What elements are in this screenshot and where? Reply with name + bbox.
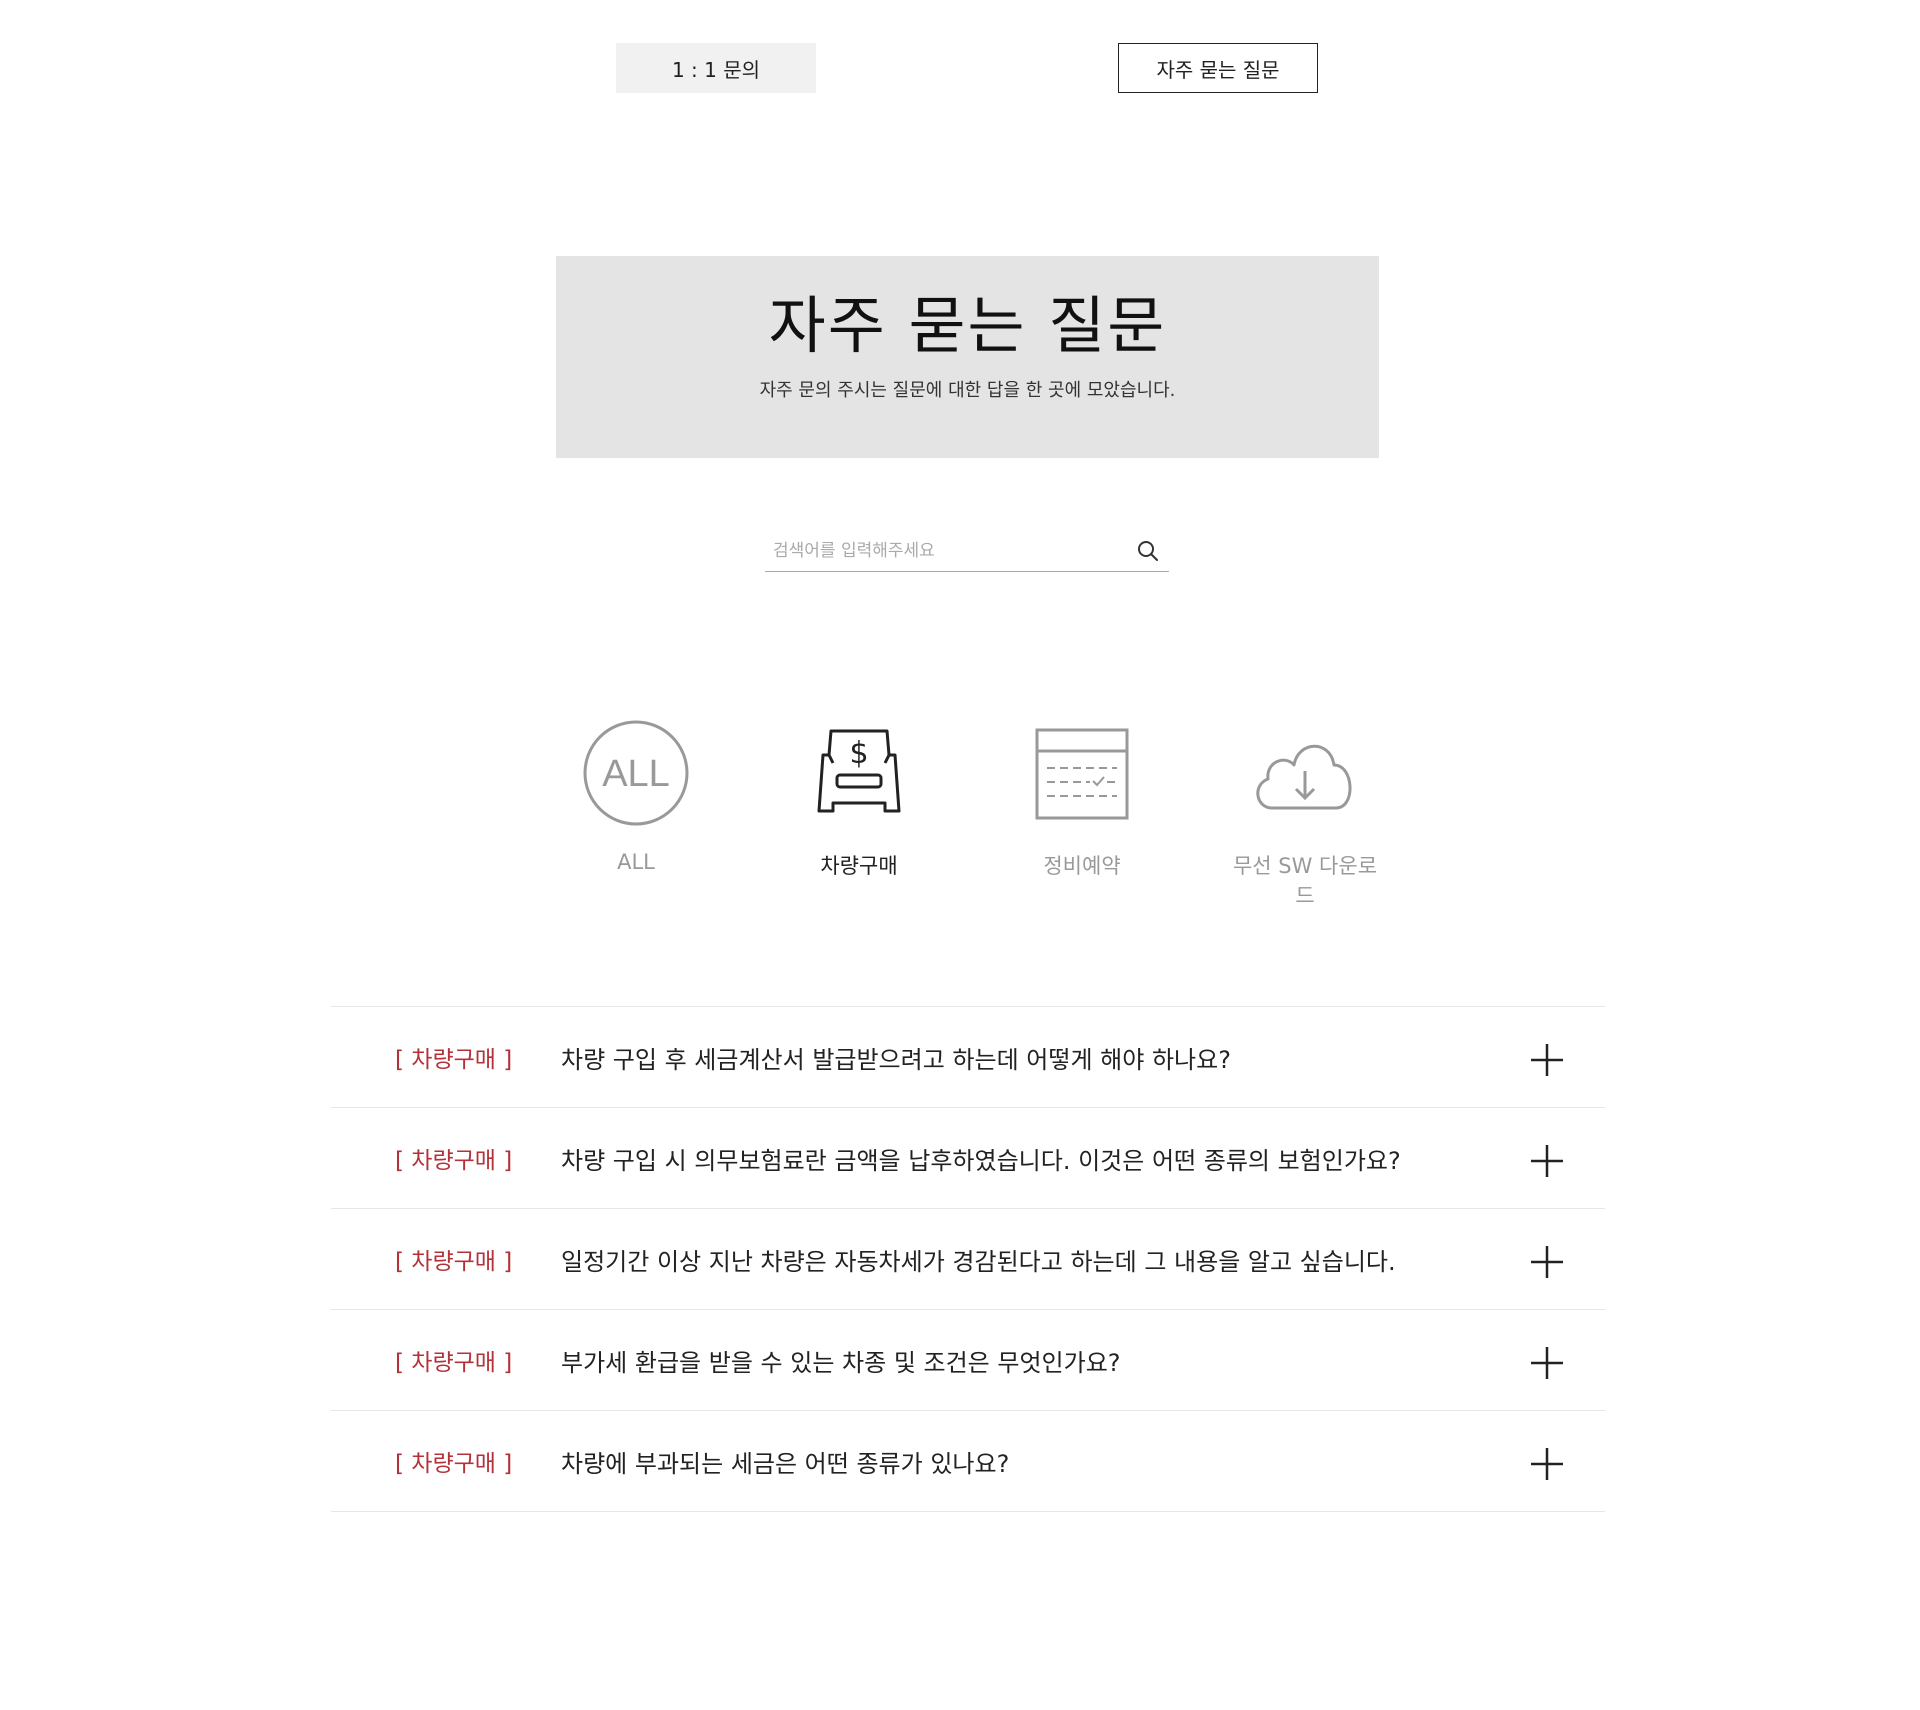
faq-category-tag: [ 차량구매 ] xyxy=(395,1451,513,1477)
category-label-car-purchase: 차량구매 xyxy=(820,854,898,878)
search-icon[interactable] xyxy=(1135,538,1161,564)
category-all[interactable]: ALL ALL xyxy=(561,718,711,874)
faq-list: [ 차량구매 ] 차량 구입 후 세금계산서 발급받으려고 하는데 어떻게 해야… xyxy=(331,1006,1605,1512)
tab-faq[interactable]: 자주 묻는 질문 xyxy=(1118,43,1318,93)
tab-one-to-one-inquiry[interactable]: 1 : 1 문의 xyxy=(616,43,816,93)
faq-item[interactable]: [ 차량구매 ] 차량에 부과되는 세금은 어떤 종류가 있나요? xyxy=(331,1411,1605,1512)
expand-plus-icon[interactable] xyxy=(1529,1143,1565,1179)
faq-category-tag: [ 차량구매 ] xyxy=(395,1148,513,1174)
car-dollar-icon: $ xyxy=(817,729,901,813)
expand-plus-icon[interactable] xyxy=(1529,1042,1565,1078)
faq-question: 차량 구입 시 의무보험료란 금액을 납후하였습니다. 이것은 어떤 종류의 보… xyxy=(561,1147,1401,1175)
faq-question: 부가세 환급을 받을 수 있는 차종 및 조건은 무엇인가요? xyxy=(561,1349,1121,1377)
all-icon-text: ALL xyxy=(602,753,670,795)
page-title: 자주 묻는 질문 xyxy=(768,289,1167,362)
faq-question: 차량에 부과되는 세금은 어떤 종류가 있나요? xyxy=(561,1450,1010,1478)
faq-item[interactable]: [ 차량구매 ] 부가세 환급을 받을 수 있는 차종 및 조건은 무엇인가요? xyxy=(331,1310,1605,1411)
expand-plus-icon[interactable] xyxy=(1529,1345,1565,1381)
faq-category-tag: [ 차량구매 ] xyxy=(395,1350,513,1376)
faq-item[interactable]: [ 차량구매 ] 차량 구입 시 의무보험료란 금액을 납후하였습니다. 이것은… xyxy=(331,1108,1605,1209)
all-circle-icon: ALL xyxy=(583,720,689,826)
expand-plus-icon[interactable] xyxy=(1529,1244,1565,1280)
faq-category-tag: [ 차량구매 ] xyxy=(395,1047,513,1073)
search-input[interactable] xyxy=(771,536,1115,566)
cloud-download-icon xyxy=(1256,744,1352,810)
page-subtitle: 자주 문의 주시는 질문에 대한 답을 한 곳에 모았습니다. xyxy=(759,380,1176,401)
faq-item[interactable]: [ 차량구매 ] 차량 구입 후 세금계산서 발급받으려고 하는데 어떻게 해야… xyxy=(331,1007,1605,1108)
hero-banner: 자주 묻는 질문 자주 문의 주시는 질문에 대한 답을 한 곳에 모았습니다. xyxy=(556,256,1379,458)
faq-question: 일정기간 이상 지난 차량은 자동차세가 경감된다고 하는데 그 내용을 알고 … xyxy=(561,1248,1396,1276)
calendar-icon xyxy=(1035,728,1129,820)
category-label-all: ALL xyxy=(617,850,655,874)
category-label-maintenance: 정비예약 xyxy=(1043,854,1121,878)
category-wireless-sw-download[interactable]: 무선 SW 다운로드 xyxy=(1230,718,1380,910)
category-car-purchase[interactable]: $ 차량구매 xyxy=(784,718,934,880)
faq-item[interactable]: [ 차량구매 ] 일정기간 이상 지난 차량은 자동차세가 경감된다고 하는데 … xyxy=(331,1209,1605,1310)
expand-plus-icon[interactable] xyxy=(1529,1446,1565,1482)
faq-category-tag: [ 차량구매 ] xyxy=(395,1249,513,1275)
category-label-wireless-sw-download: 무선 SW 다운로드 xyxy=(1232,854,1378,908)
svg-text:$: $ xyxy=(849,736,868,771)
category-maintenance[interactable]: 정비예약 xyxy=(1007,718,1157,880)
faq-question: 차량 구입 후 세금계산서 발급받으려고 하는데 어떻게 해야 하나요? xyxy=(561,1046,1231,1074)
search-bar xyxy=(765,530,1169,572)
